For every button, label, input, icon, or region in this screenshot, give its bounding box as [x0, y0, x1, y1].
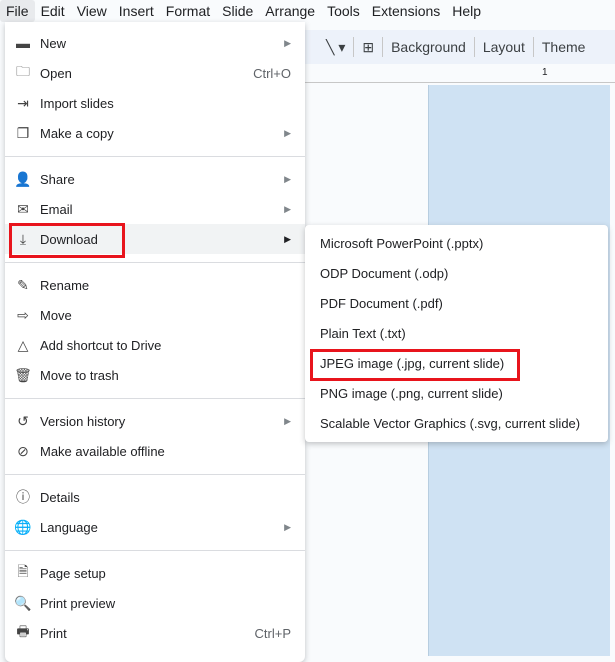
layout-button[interactable]: Layout: [483, 39, 525, 55]
menu-item-label: New: [40, 35, 67, 51]
menu-divider: [5, 474, 305, 475]
submenu-arrow-icon: ▶: [284, 521, 291, 532]
person-add-icon: 👤: [14, 170, 32, 187]
menu-item-email[interactable]: ✉ Email ▶: [5, 194, 305, 224]
file-menu: ▬ New ▶ 🗀 Open Ctrl+O ⇥ Import slides ❐ Make a co…: [5, 22, 305, 662]
menu-item-make-a-copy[interactable]: ❐ Make a copy ▶: [5, 118, 305, 148]
trash-icon: 🗑: [14, 366, 32, 383]
menu-item-label: Language: [40, 519, 98, 535]
ruler: 1: [305, 66, 615, 83]
divider: [382, 37, 384, 57]
shortcut: Ctrl+P: [254, 625, 291, 641]
printer-icon: 🖶: [16, 623, 30, 639]
menu-item-label: Move: [40, 307, 72, 323]
highlight-box-jpeg: [310, 349, 520, 381]
highlight-box-download: [9, 223, 125, 258]
menu-divider: [5, 156, 305, 157]
download-option[interactable]: Plain Text (.txt): [305, 318, 608, 348]
menu-edit[interactable]: Edit: [35, 0, 71, 22]
submenu-arrow-icon: ▶: [284, 127, 291, 138]
menu-arrange[interactable]: Arrange: [259, 0, 321, 22]
info-icon: ⓘ: [16, 489, 30, 505]
download-option[interactable]: ODP Document (.odp): [305, 258, 608, 288]
menu-divider: [5, 262, 305, 263]
download-option[interactable]: PNG image (.png, current slide): [305, 378, 608, 408]
globe-icon: 🌐: [14, 518, 32, 535]
history-icon: ↺: [17, 412, 29, 429]
new-slides-icon: ▬: [16, 35, 30, 51]
divider: [473, 37, 475, 57]
line-icon[interactable]: ╲ ▾: [326, 39, 345, 56]
offline-icon: ⊘: [17, 442, 29, 459]
background-button[interactable]: Background: [391, 39, 466, 55]
toolbar: ╲ ▾ ⊞ Background Layout Theme: [290, 30, 615, 64]
menu-item-share[interactable]: 👤 Share ▶: [5, 164, 305, 194]
menu-item-page-setup[interactable]: 🗎 Page setup: [5, 558, 305, 588]
menu-item-label: Version history: [40, 413, 126, 429]
menu-item-import-slides[interactable]: ⇥ Import slides: [5, 88, 305, 118]
copy-icon: ❐: [16, 124, 30, 141]
ruler-mark: 1: [542, 67, 548, 78]
menu-item-add-shortcut-to-drive[interactable]: △ Add shortcut to Drive: [5, 330, 305, 360]
move-folder-icon: ⇨: [17, 306, 29, 323]
divider: [353, 37, 355, 57]
menu-item-label: Import slides: [40, 95, 114, 111]
download-option[interactable]: Microsoft PowerPoint (.pptx): [305, 228, 608, 258]
menu-item-print[interactable]: 🖶 Print Ctrl+P: [5, 618, 305, 648]
menu-item-open[interactable]: 🗀 Open Ctrl+O: [5, 58, 305, 88]
folder-icon: 🗀: [16, 63, 30, 79]
menu-item-move-to-trash[interactable]: 🗑 Move to trash: [5, 360, 305, 390]
menu-divider: [5, 550, 305, 551]
submenu-arrow-icon: ▶: [284, 203, 291, 214]
pencil-icon: ✎: [17, 276, 29, 293]
menu-divider: [5, 398, 305, 399]
menu-item-rename[interactable]: ✎ Rename: [5, 270, 305, 300]
menu-item-label: Add shortcut to Drive: [40, 337, 162, 353]
download-option[interactable]: PDF Document (.pdf): [305, 288, 608, 318]
menu-file[interactable]: File: [0, 0, 35, 22]
submenu-arrow-icon: ▶: [284, 415, 291, 426]
menu-bar: File Edit View Insert Format Slide Arrange Tool…: [0, 0, 615, 22]
menu-extensions[interactable]: Extensions: [366, 0, 446, 22]
menu-item-details[interactable]: ⓘ Details: [5, 482, 305, 512]
menu-format[interactable]: Format: [160, 0, 216, 22]
menu-item-label: Make a copy: [40, 125, 114, 141]
menu-insert[interactable]: Insert: [113, 0, 160, 22]
menu-item-new[interactable]: ▬ New ▶: [5, 28, 305, 58]
menu-item-move[interactable]: ⇨ Move: [5, 300, 305, 330]
email-icon: ✉: [17, 200, 29, 217]
menu-help[interactable]: Help: [446, 0, 487, 22]
shortcut: Ctrl+O: [253, 65, 291, 81]
menu-item-make-available-offline[interactable]: ⊘ Make available offline: [5, 436, 305, 466]
submenu-arrow-icon: ▶: [284, 173, 291, 184]
menu-item-label: Make available offline: [40, 443, 165, 459]
print-preview-icon: 🔍: [14, 594, 32, 611]
add-comment-icon[interactable]: ⊞: [362, 39, 374, 56]
page-icon: 🗎: [17, 563, 29, 579]
download-submenu: Microsoft PowerPoint (.pptx) ODP Document…: [305, 225, 608, 442]
menu-tools[interactable]: Tools: [321, 0, 366, 22]
menu-item-label: Print preview: [40, 595, 116, 611]
menu-item-label: Details: [40, 489, 80, 505]
import-icon: ⇥: [17, 94, 29, 111]
divider: [532, 37, 534, 57]
menu-slide[interactable]: Slide: [216, 0, 259, 22]
submenu-arrow-icon: ▶: [284, 233, 291, 244]
menu-item-label: Share: [40, 171, 75, 187]
menu-item-label: Page setup: [40, 565, 106, 581]
drive-shortcut-icon: △: [17, 336, 29, 353]
menu-view[interactable]: View: [71, 0, 113, 22]
submenu-arrow-icon: ▶: [284, 37, 291, 48]
menu-item-print-preview[interactable]: 🔍 Print preview: [5, 588, 305, 618]
menu-item-version-history[interactable]: ↺ Version history ▶: [5, 406, 305, 436]
menu-item-label: Rename: [40, 277, 90, 293]
menu-item-language[interactable]: 🌐 Language ▶: [5, 512, 305, 542]
menu-item-label: Move to trash: [40, 367, 119, 383]
menu-item-label: Email: [40, 201, 73, 217]
download-option[interactable]: Scalable Vector Graphics (.svg, current …: [305, 408, 608, 438]
theme-button[interactable]: Theme: [542, 39, 586, 55]
